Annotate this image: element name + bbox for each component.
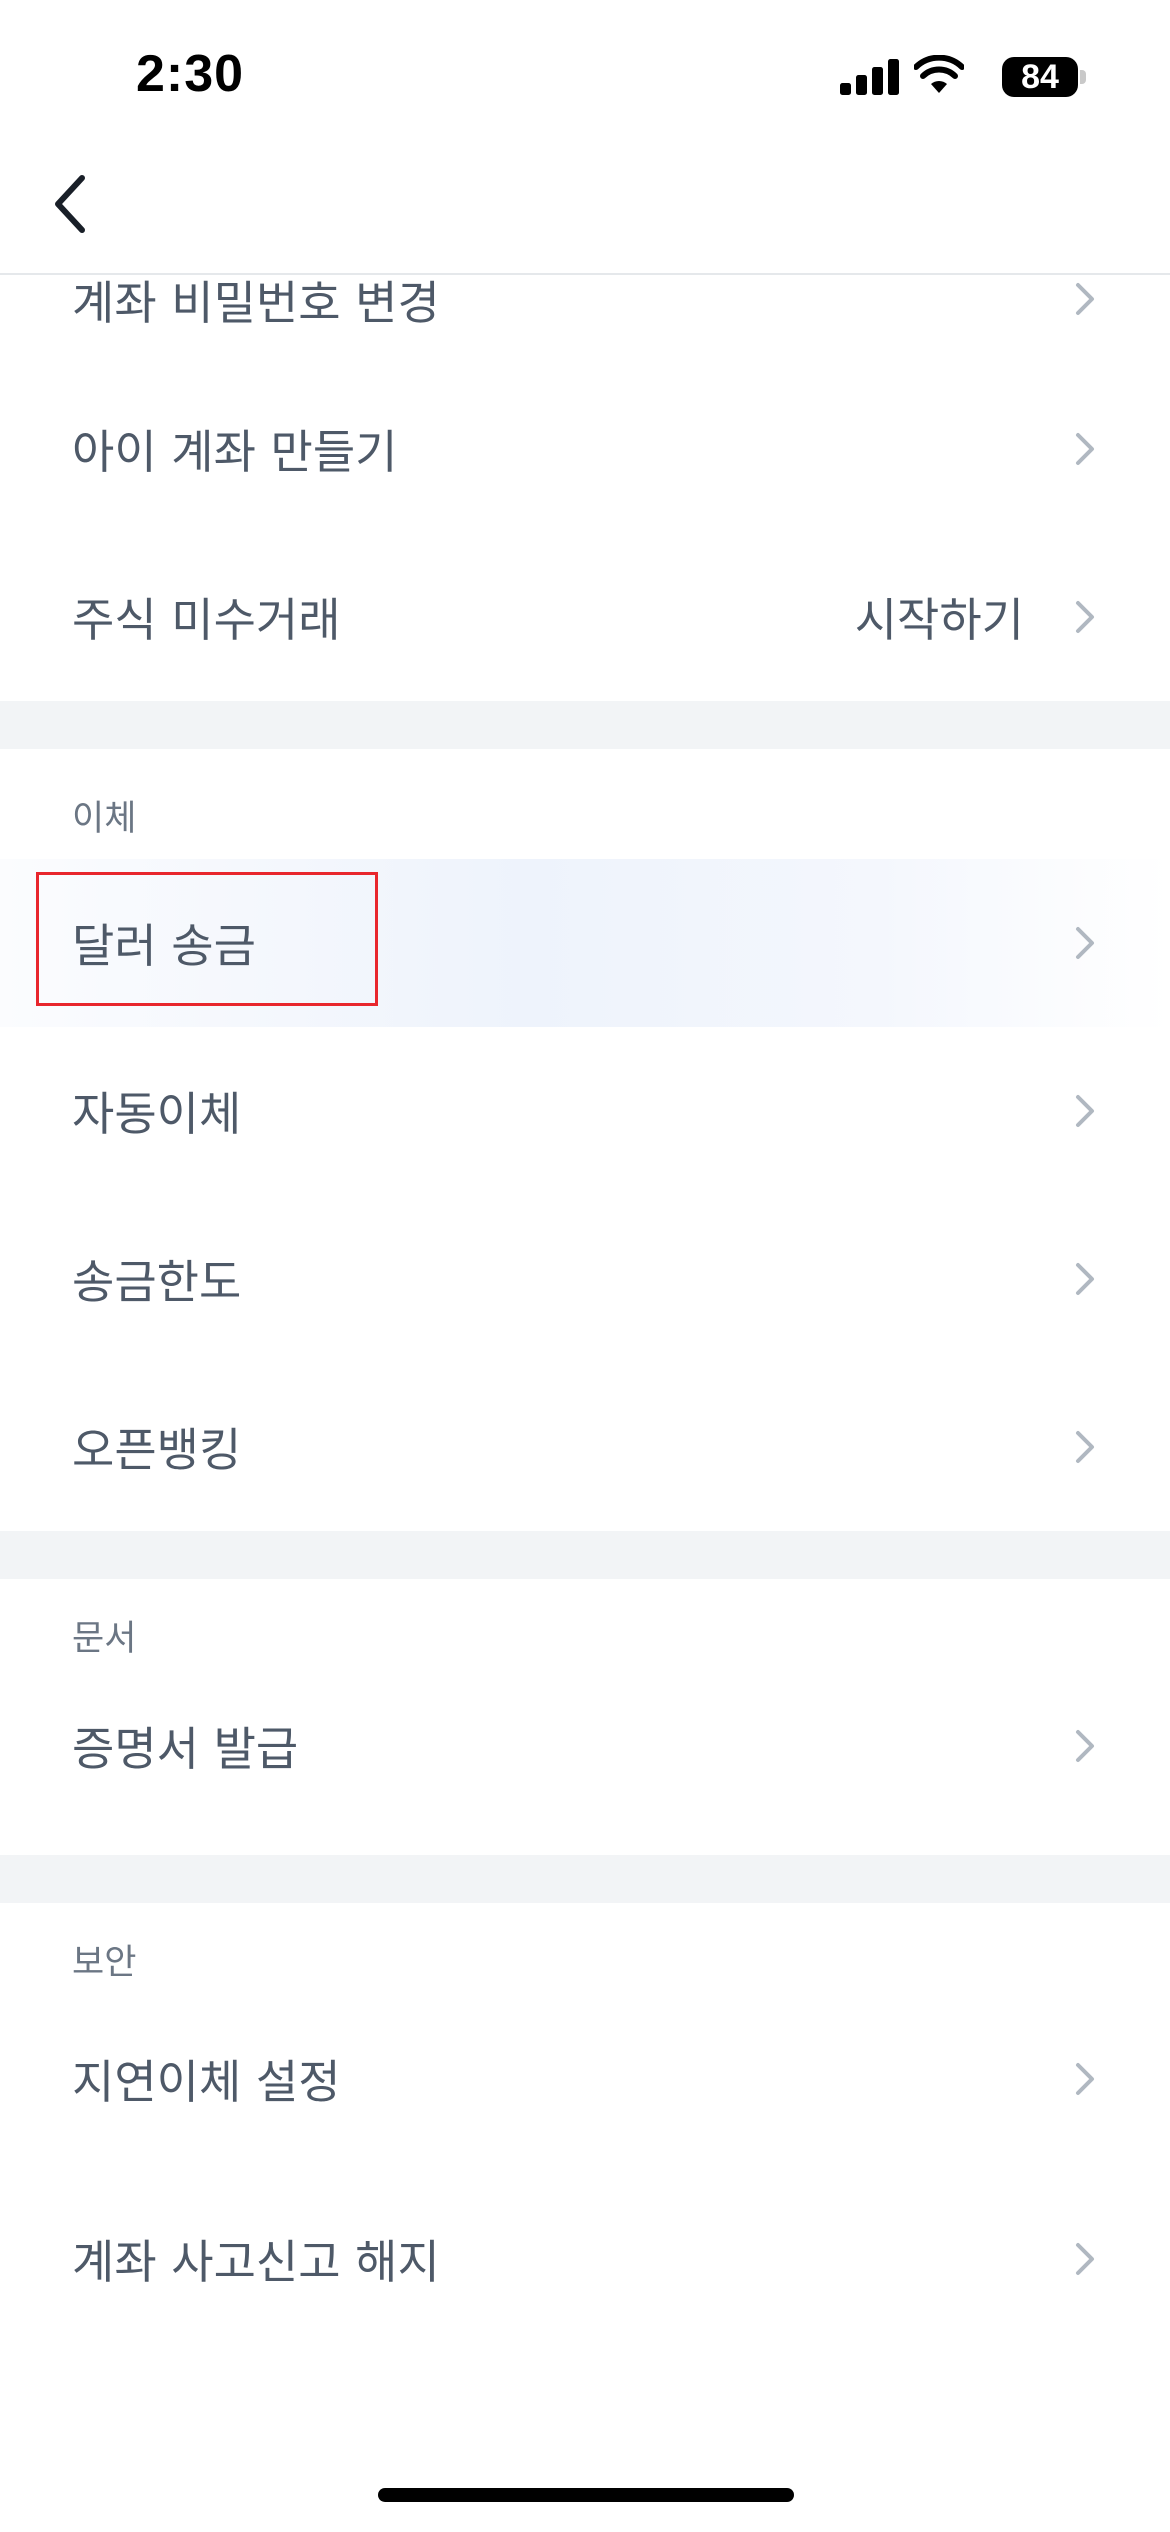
back-button[interactable] xyxy=(38,168,102,240)
row-value: 시작하기 xyxy=(854,593,1024,647)
list-item-dollar-remittance[interactable]: 달러 송금 xyxy=(0,859,1170,1027)
home-indicator xyxy=(378,2488,794,2502)
chevron-right-icon xyxy=(1076,1729,1094,1762)
chevron-right-icon xyxy=(1076,1431,1094,1463)
chevron-right-icon xyxy=(1076,927,1094,959)
chevron-right-icon xyxy=(1076,2243,1094,2275)
cellular-signal-icon xyxy=(840,59,899,95)
list-item-account-password[interactable]: 계좌 비밀번호 변경 xyxy=(0,275,1170,365)
battery-cap xyxy=(1080,70,1086,84)
list-item-margin-trading[interactable]: 주식 미수거래 시작하기 xyxy=(0,533,1170,701)
section-title: 문서 xyxy=(72,1619,137,1659)
section-title: 이체 xyxy=(72,799,137,839)
row-label: 계좌 사고신고 해지 xyxy=(72,2235,440,2289)
chevron-right-icon xyxy=(1076,601,1094,633)
section-separator xyxy=(0,1855,1170,1903)
status-bar: 2:30 84 xyxy=(0,0,1170,150)
wifi-icon xyxy=(914,55,964,93)
list-item-auto-transfer[interactable]: 자동이체 xyxy=(0,1027,1170,1195)
row-label: 계좌 비밀번호 변경 xyxy=(72,276,440,330)
chevron-right-icon xyxy=(1076,1263,1094,1295)
list-item-certificate[interactable]: 증명서 발급 xyxy=(0,1679,1170,1855)
list-item-delayed-transfer[interactable]: 지연이체 설정 xyxy=(0,2003,1170,2183)
section-header-security: 보안 xyxy=(0,1903,1170,2003)
row-label: 아이 계좌 만들기 xyxy=(72,425,398,479)
settings-list: 계좌 비밀번호 변경 아이 계좌 만들기 주식 미수거래 시작하기 이체 달러 … xyxy=(0,275,1170,2383)
status-time: 2:30 xyxy=(136,45,245,103)
list-item-child-account[interactable]: 아이 계좌 만들기 xyxy=(0,365,1170,533)
list-item-accident-report-cancel[interactable]: 계좌 사고신고 해지 xyxy=(0,2183,1170,2383)
row-label: 증명서 발급 xyxy=(72,1721,299,1776)
battery-level: 84 xyxy=(1021,58,1059,96)
chevron-left-icon xyxy=(55,175,85,233)
section-separator xyxy=(0,701,1170,749)
chevron-right-icon xyxy=(1076,283,1094,315)
highlight-box xyxy=(36,872,378,1006)
row-label: 주식 미수거래 xyxy=(72,593,341,647)
section-title: 보안 xyxy=(72,1943,137,1983)
chevron-right-icon xyxy=(1076,2062,1094,2095)
row-label: 송금한도 xyxy=(72,1255,242,1309)
section-header-transfer: 이체 xyxy=(0,749,1170,859)
battery-icon: 84 xyxy=(1002,57,1078,97)
row-label: 자동이체 xyxy=(72,1087,242,1141)
nav-bar xyxy=(0,150,1170,275)
chevron-right-icon xyxy=(1076,433,1094,465)
row-label: 지연이체 설정 xyxy=(72,2054,341,2109)
section-separator xyxy=(0,1531,1170,1579)
list-item-transfer-limit[interactable]: 송금한도 xyxy=(0,1195,1170,1363)
section-header-documents: 문서 xyxy=(0,1579,1170,1679)
chevron-right-icon xyxy=(1076,1095,1094,1127)
list-item-open-banking[interactable]: 오픈뱅킹 xyxy=(0,1363,1170,1531)
row-label: 오픈뱅킹 xyxy=(72,1423,242,1477)
